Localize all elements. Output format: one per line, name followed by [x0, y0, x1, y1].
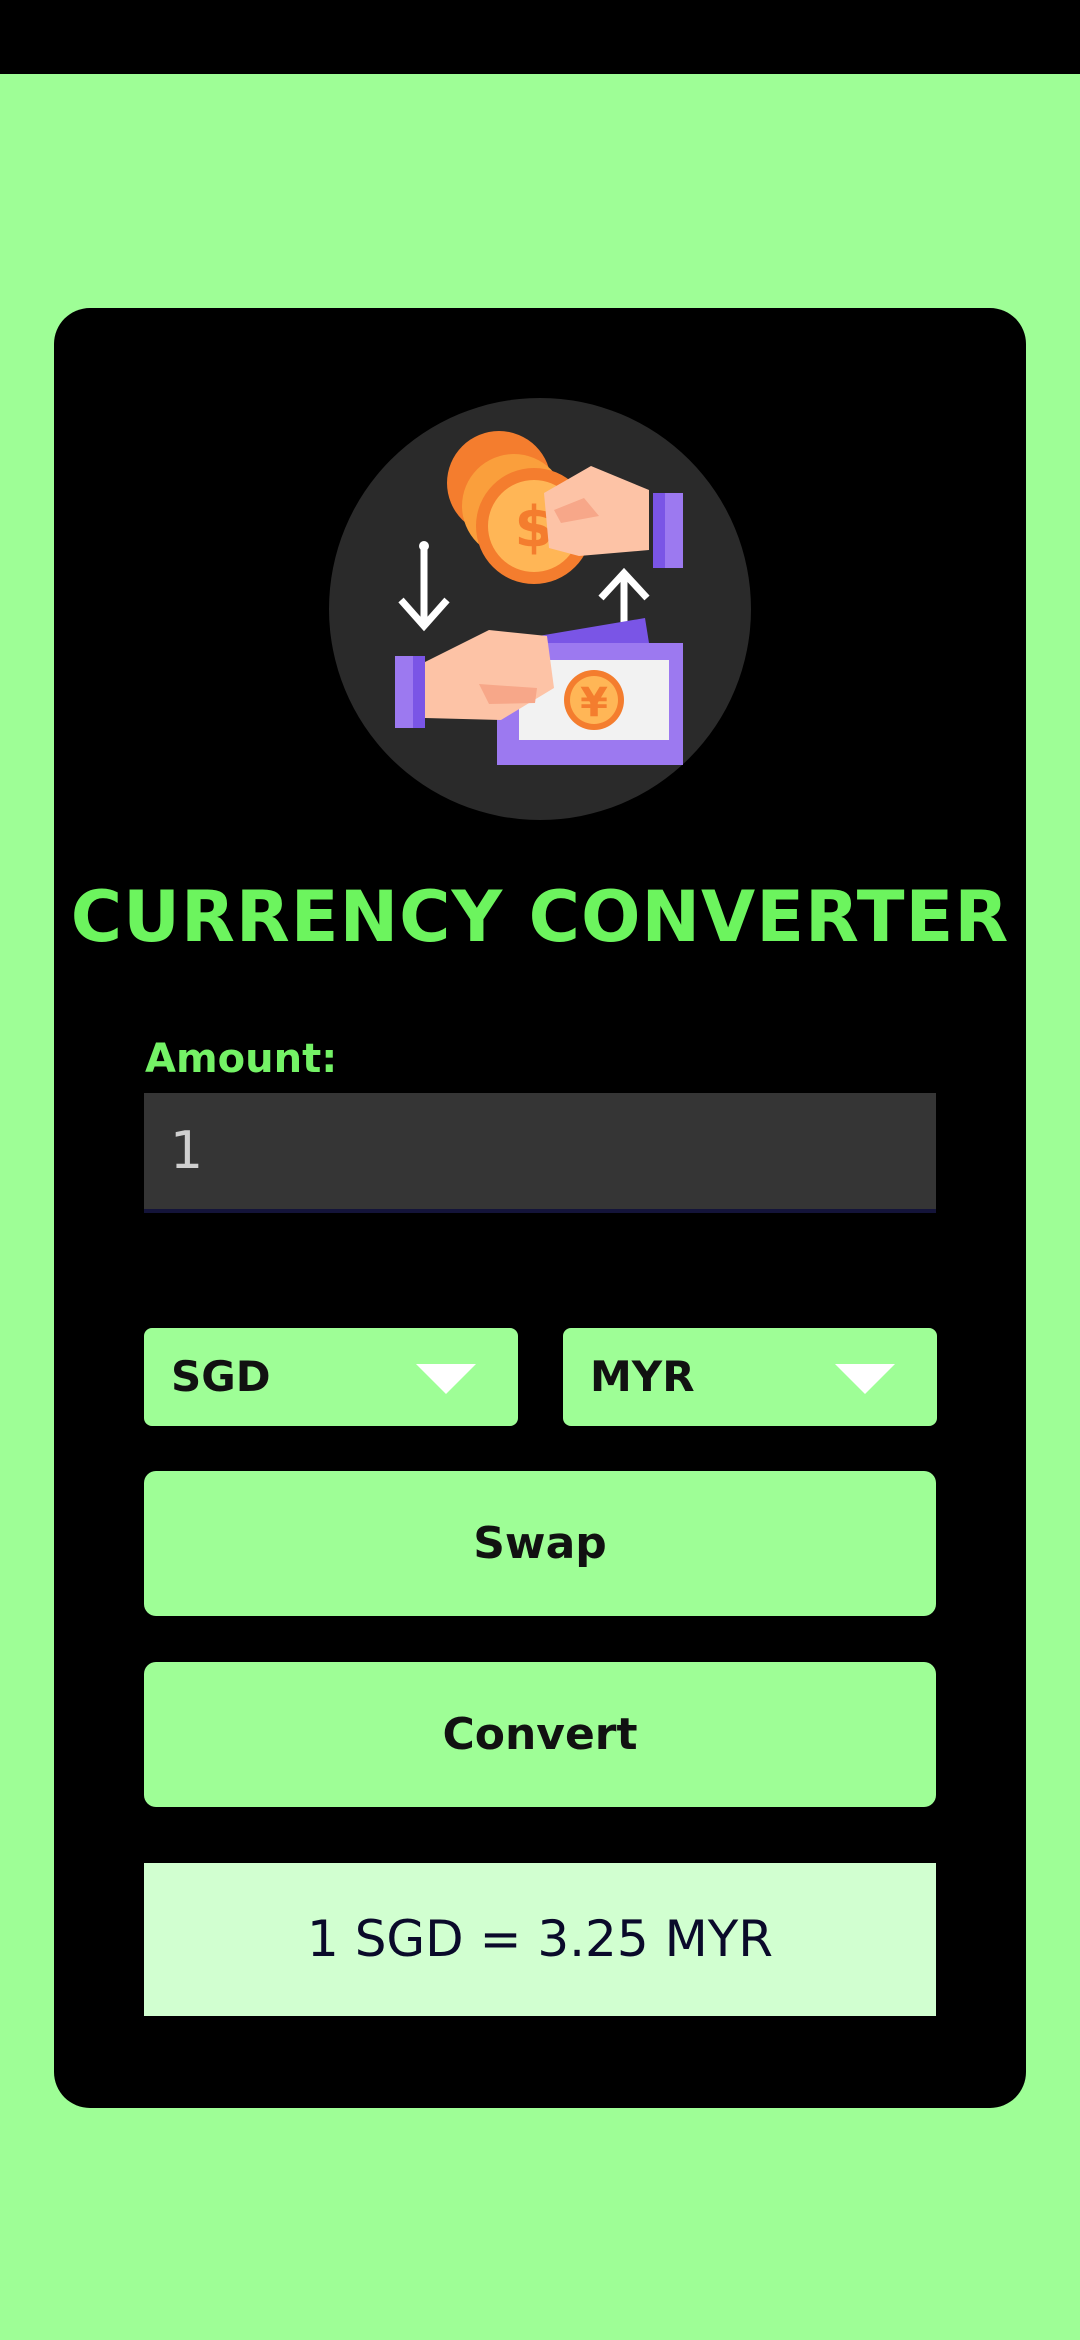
convert-button[interactable]: Convert	[144, 1662, 936, 1807]
from-currency-value: SGD	[171, 1352, 271, 1401]
swap-button[interactable]: Swap	[144, 1471, 936, 1616]
from-currency-select[interactable]: SGD	[144, 1328, 518, 1426]
converter-card: $ ¥ CURRENCY CONVERTER Amount: 1 SGD MYR…	[54, 308, 1026, 2108]
svg-text:¥: ¥	[580, 680, 608, 726]
to-currency-value: MYR	[590, 1352, 695, 1401]
conversion-result: 1 SGD = 3.25 MYR	[144, 1863, 936, 2016]
amount-label: Amount:	[145, 1036, 338, 1082]
amount-input[interactable]	[144, 1093, 936, 1213]
chevron-down-icon	[835, 1364, 895, 1394]
status-bar	[0, 0, 1080, 74]
to-currency-select[interactable]: MYR	[563, 1328, 937, 1426]
currency-exchange-icon: $ ¥	[329, 398, 751, 820]
chevron-down-icon	[416, 1364, 476, 1394]
page-title: CURRENCY CONVERTER	[70, 876, 1010, 958]
